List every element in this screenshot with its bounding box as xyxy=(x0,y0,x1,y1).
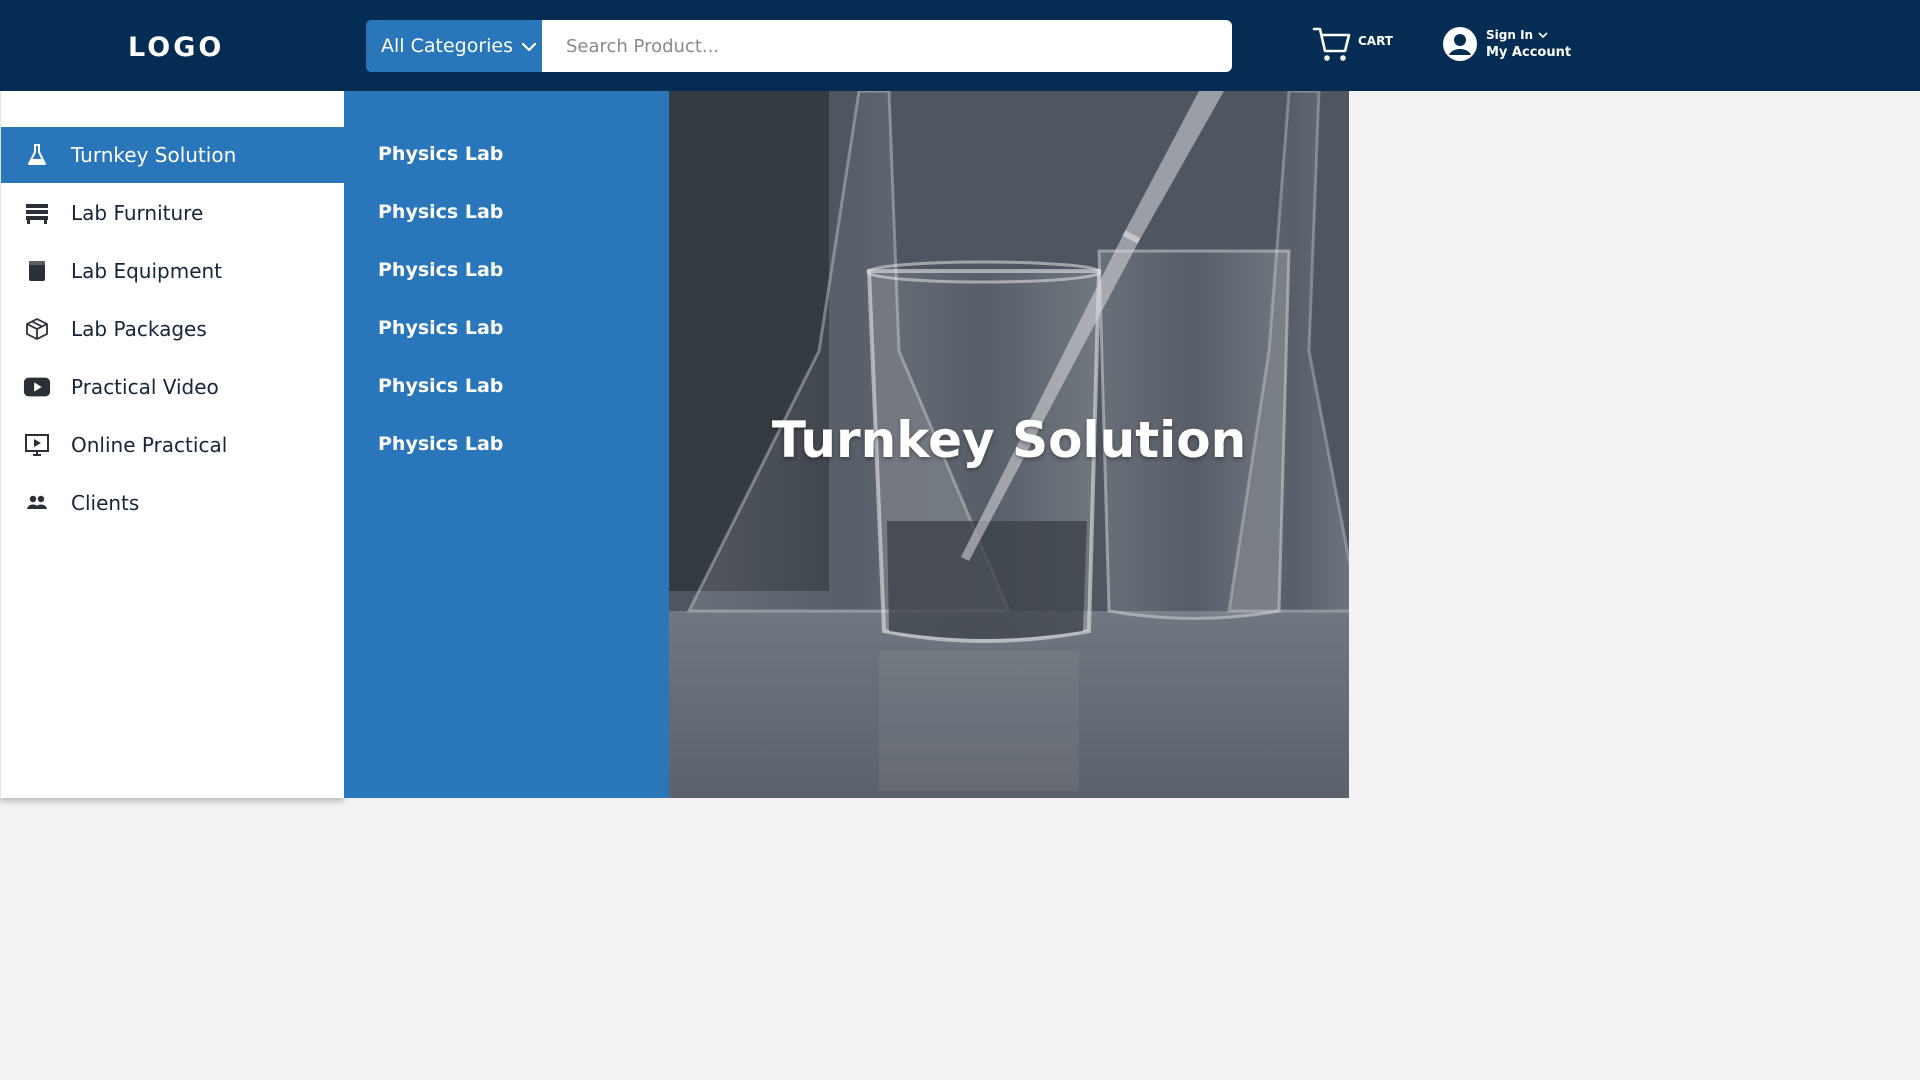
sidebar-item-label: Online Practical xyxy=(71,433,228,457)
submenu-item[interactable]: Physics Lab xyxy=(378,317,503,339)
sidebar-item-label: Lab Equipment xyxy=(71,259,223,283)
sidebar-item-turnkey-solution[interactable]: Turnkey Solution xyxy=(1,127,345,183)
sign-in-label: Sign In xyxy=(1486,28,1534,42)
top-navigation-bar: LOGO All Categories CART Sign In xyxy=(0,0,1920,91)
sidebar-item-label: Lab Furniture xyxy=(71,201,204,225)
submenu-item[interactable]: Physics Lab xyxy=(378,259,503,281)
sidebar-item-label: Lab Packages xyxy=(71,317,207,341)
all-categories-dropdown[interactable]: All Categories xyxy=(366,20,542,72)
monitor-play-icon xyxy=(23,431,51,459)
sidebar-item-lab-packages[interactable]: Lab Packages xyxy=(1,301,345,357)
cart-button[interactable]: CART xyxy=(1312,24,1393,64)
user-avatar-icon xyxy=(1443,27,1477,61)
chevron-down-icon xyxy=(521,42,537,52)
submenu-item[interactable]: Physics Lab xyxy=(378,433,503,455)
my-account-label: My Account xyxy=(1486,45,1572,60)
chevron-down-icon xyxy=(1538,32,1548,39)
sidebar-item-online-practical[interactable]: Online Practical xyxy=(1,417,345,473)
furniture-icon xyxy=(23,199,51,227)
play-icon xyxy=(23,373,51,401)
submenu-item[interactable]: Physics Lab xyxy=(378,201,503,223)
hero-banner[interactable]: Turnkey Solution xyxy=(669,91,1349,798)
sidebar-item-lab-furniture[interactable]: Lab Furniture xyxy=(1,185,345,241)
hero-title: Turnkey Solution xyxy=(771,411,1247,469)
submenu-item[interactable]: Physics Lab xyxy=(378,375,503,397)
box-icon xyxy=(23,315,51,343)
sign-in-row: Sign In xyxy=(1486,27,1571,44)
cart-icon xyxy=(1312,27,1351,61)
category-sidebar: Turnkey Solution Lab Furniture Lab Equip… xyxy=(0,91,345,798)
sidebar-item-label: Turnkey Solution xyxy=(71,143,237,167)
sidebar-item-practical-video[interactable]: Practical Video xyxy=(1,359,345,415)
all-categories-label: All Categories xyxy=(381,35,514,57)
sidebar-item-clients[interactable]: Clients xyxy=(1,475,345,531)
submenu-item[interactable]: Physics Lab xyxy=(378,143,503,165)
flask-icon xyxy=(23,141,51,169)
sidebar-item-label: Practical Video xyxy=(71,375,219,399)
logo[interactable]: LOGO xyxy=(128,32,224,63)
users-icon xyxy=(23,489,51,517)
beaker-icon xyxy=(23,257,51,285)
account-menu[interactable]: Sign In My Account xyxy=(1442,24,1571,64)
cart-label: CART xyxy=(1358,34,1393,48)
submenu-panel: Physics Lab Physics Lab Physics Lab Phys… xyxy=(344,91,669,798)
search-input[interactable] xyxy=(542,20,1232,72)
sidebar-item-label: Clients xyxy=(71,491,140,515)
sidebar-item-lab-equipment[interactable]: Lab Equipment xyxy=(1,243,345,299)
